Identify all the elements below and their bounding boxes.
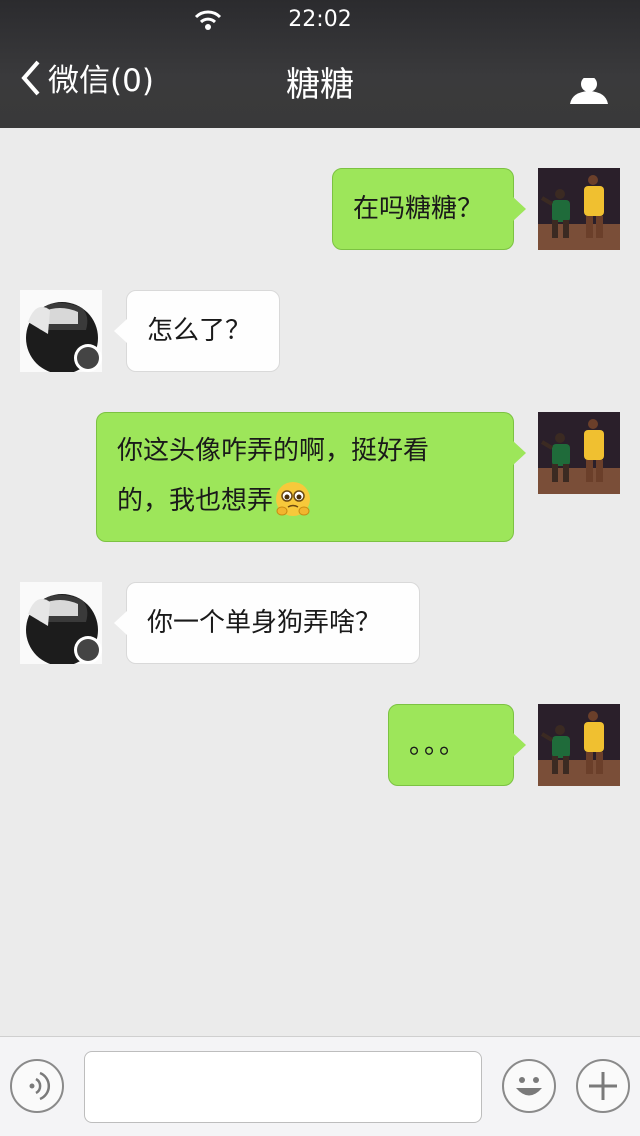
message-list[interactable]: 在吗糖糖？ 怎么了？ 你这头像咋弄的啊，挺好看 的，我也想弄 你一个单身狗弄啥？… bbox=[0, 128, 640, 1036]
message-text-line: 的，我也想弄 bbox=[117, 476, 493, 526]
nav-bar: 22:02 微信(0) 糖糖 bbox=[0, 0, 640, 128]
contact-avatar[interactable] bbox=[20, 582, 102, 664]
message-input[interactable] bbox=[84, 1051, 482, 1123]
my-avatar[interactable] bbox=[538, 704, 620, 786]
person-icon[interactable] bbox=[568, 78, 610, 106]
chat-title: 糖糖 bbox=[286, 65, 354, 105]
my-avatar[interactable] bbox=[538, 412, 620, 494]
message-bubble[interactable]: 怎么了？ bbox=[114, 290, 280, 372]
smiley-icon bbox=[516, 1077, 542, 1096]
input-toolbar bbox=[0, 1036, 640, 1136]
message-bubble[interactable]: 你一个单身狗弄啥？ bbox=[114, 582, 420, 664]
message-text: 在吗糖糖？ bbox=[353, 194, 484, 224]
message-text-line: 你这头像咋弄的啊，挺好看 bbox=[117, 436, 430, 466]
emoji-button[interactable] bbox=[502, 1059, 556, 1113]
more-button[interactable] bbox=[576, 1059, 630, 1113]
message-text: 怎么了？ bbox=[147, 316, 252, 346]
plus-icon bbox=[589, 1072, 617, 1100]
my-avatar[interactable] bbox=[538, 168, 620, 250]
voice-button[interactable] bbox=[10, 1059, 64, 1113]
message-bubble[interactable]: 你这头像咋弄的啊，挺好看 的，我也想弄 bbox=[96, 412, 526, 542]
status-bar: 22:02 bbox=[0, 0, 640, 42]
message-text: 。。。 bbox=[409, 730, 468, 760]
voice-icon bbox=[29, 1071, 50, 1101]
contact-avatar[interactable] bbox=[20, 290, 102, 372]
pleading-face-emoji-icon bbox=[276, 482, 311, 516]
message-text: 你一个单身狗弄啥？ bbox=[147, 608, 382, 638]
status-time: 22:02 bbox=[288, 7, 352, 32]
message-bubble[interactable]: 。。。 bbox=[388, 704, 526, 786]
message-bubble[interactable]: 在吗糖糖？ bbox=[332, 168, 526, 250]
